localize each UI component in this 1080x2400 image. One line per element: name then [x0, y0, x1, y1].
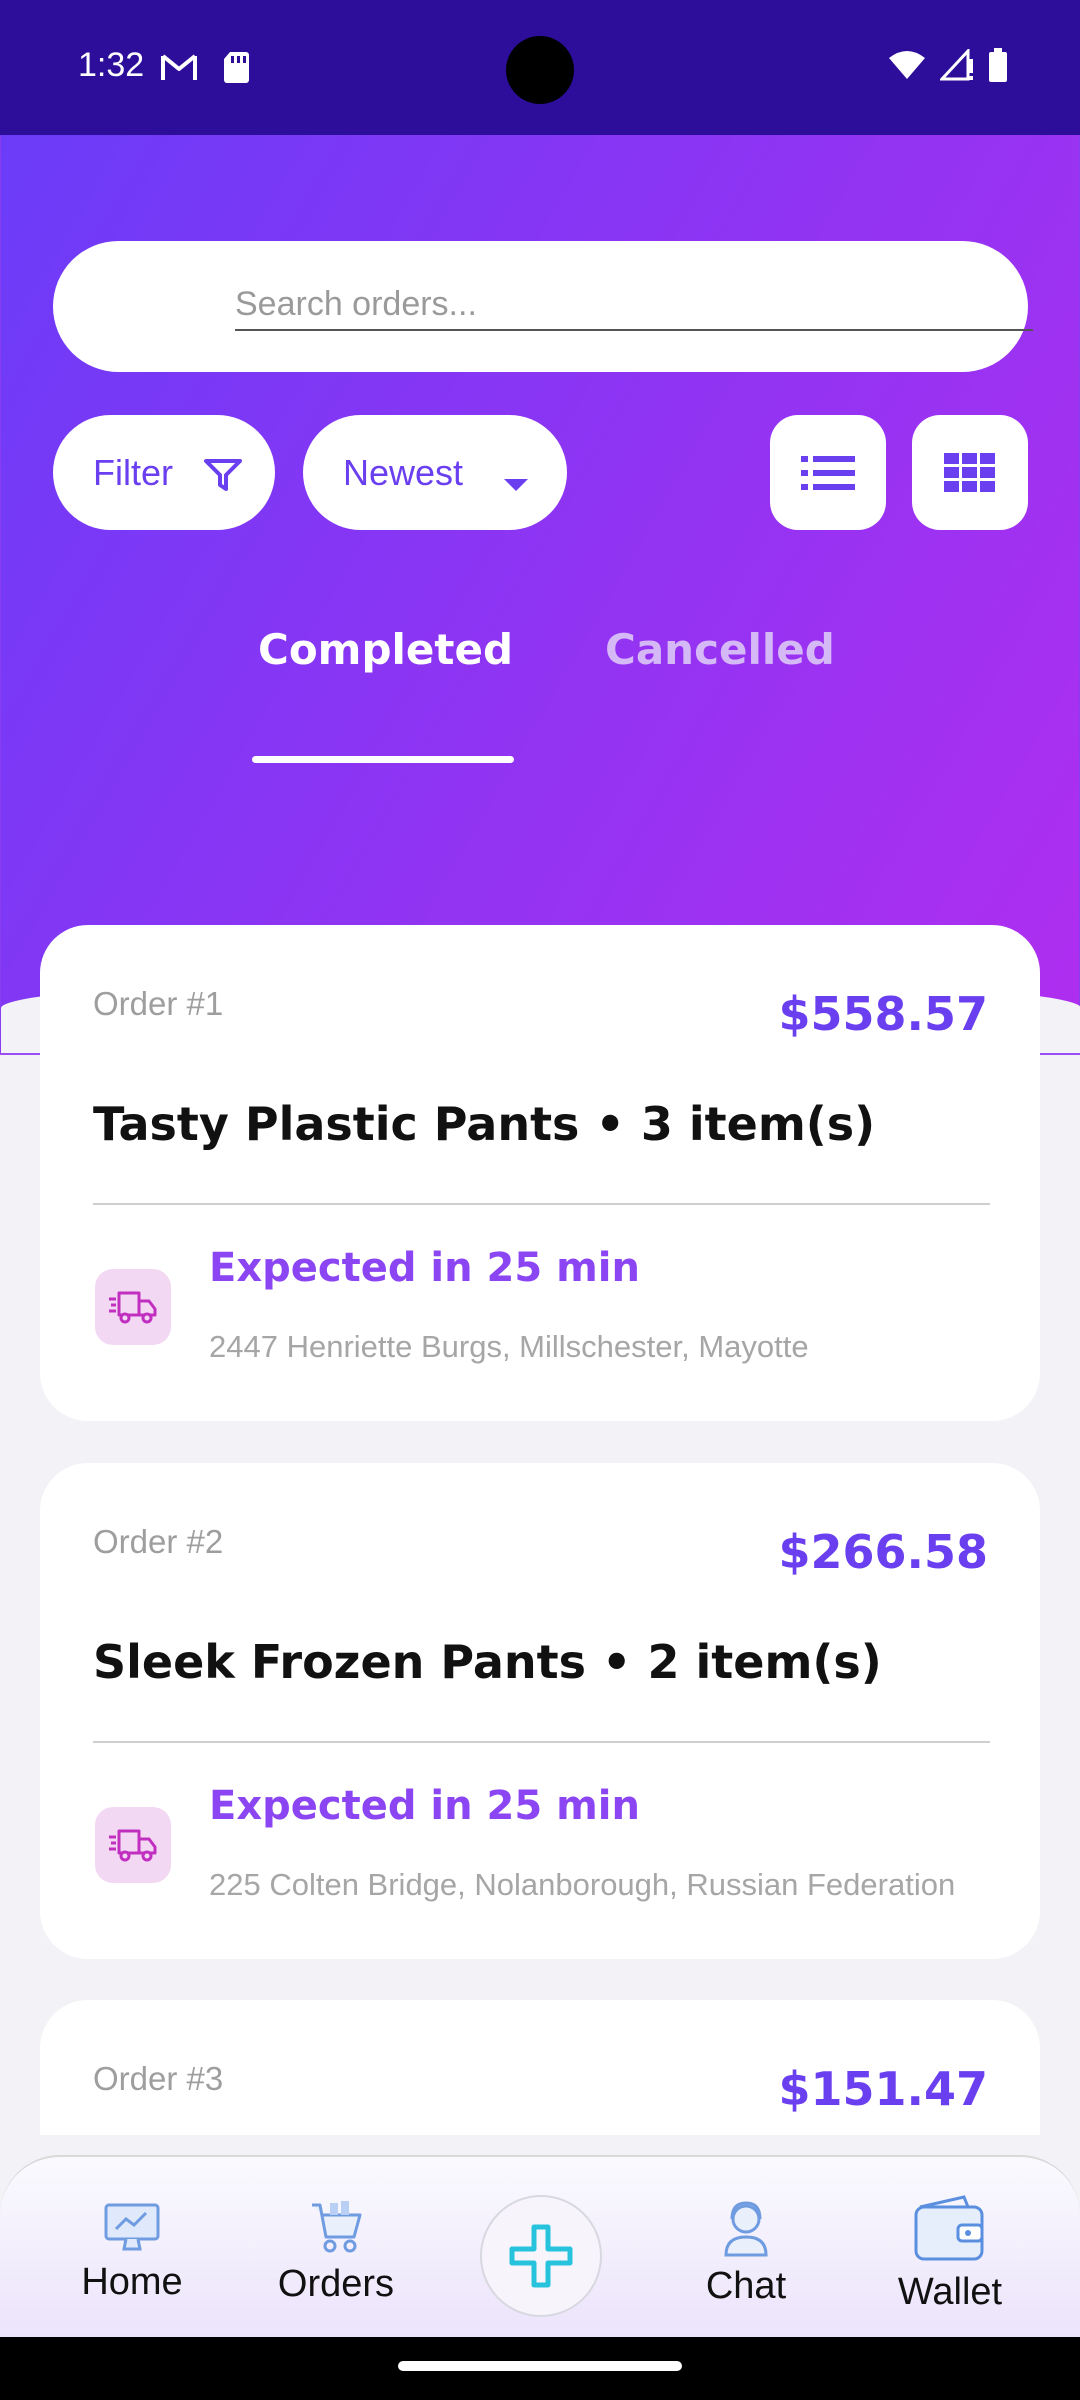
shopping-cart-icon: [312, 2201, 362, 2253]
wifi-icon: [889, 51, 925, 79]
search-input[interactable]: [235, 279, 1033, 331]
order-number: Order #2: [93, 1523, 224, 1560]
tab-cancelled[interactable]: Cancelled: [605, 625, 835, 674]
camera-cutout: [506, 36, 574, 104]
bottom-navigation: Home Orders Chat Wallet: [0, 2155, 1080, 2337]
nav-home-label: Home: [81, 2261, 183, 2303]
filter-funnel-icon: [204, 459, 242, 491]
order-eta: Expected in 25 min: [209, 1245, 640, 1291]
chat-support-agent-icon: [724, 2201, 768, 2257]
filter-label: Filter: [93, 451, 173, 493]
nav-orders-label: Orders: [277, 2263, 395, 2305]
gesture-bar: [0, 2337, 1080, 2400]
orders-list[interactable]: Order #1 $558.57 Tasty Plastic Pants • 3…: [40, 925, 1040, 2135]
order-card[interactable]: Order #1 $558.57 Tasty Plastic Pants • 3…: [40, 925, 1040, 1421]
order-address: 2447 Henriette Burgs, Millschester, Mayo…: [209, 1329, 809, 1364]
nav-wallet-label: Wallet: [897, 2271, 1003, 2313]
signal-icon: [940, 49, 973, 81]
filter-button[interactable]: Filter: [53, 415, 275, 530]
delivery-truck-icon: [95, 1807, 171, 1883]
order-address: 225 Colten Bridge, Nolanborough, Russian…: [209, 1867, 956, 1902]
home-gesture-handle[interactable]: [398, 2361, 682, 2371]
order-title: Tasty Plastic Pants • 3 item(s): [93, 1097, 876, 1151]
wallet-icon: [914, 2195, 984, 2261]
card-divider: [93, 1741, 990, 1743]
nav-chat-label: Chat: [705, 2265, 787, 2307]
nav-orders[interactable]: Orders: [266, 2199, 406, 2306]
battery-icon: [989, 48, 1007, 82]
caret-down-icon: [504, 479, 528, 491]
sd-card-icon: [224, 52, 249, 83]
list-view-button[interactable]: [770, 415, 886, 530]
grid-view-icon: [944, 452, 995, 492]
order-title: Sleek Frozen Pants • 2 item(s): [93, 1635, 882, 1689]
card-divider: [93, 1203, 990, 1205]
gmail-icon: [161, 54, 197, 80]
home-monitor-icon: [104, 2203, 160, 2251]
nav-chat[interactable]: Chat: [676, 2199, 816, 2308]
delivery-truck-icon: [95, 1269, 171, 1345]
order-price: $558.57: [778, 987, 988, 1041]
order-eta: Expected in 25 min: [209, 1783, 640, 1829]
order-number: Order #3: [93, 2060, 224, 2097]
search-bar[interactable]: [53, 241, 1033, 372]
order-price: $266.58: [778, 1525, 988, 1579]
order-number: Order #1: [93, 985, 224, 1022]
active-tab-indicator: [252, 756, 514, 763]
status-bar: 1:32: [0, 0, 1080, 135]
status-icons: [888, 48, 1008, 82]
sort-dropdown[interactable]: Newest: [303, 415, 567, 530]
sort-label: Newest: [343, 451, 464, 493]
grid-view-button[interactable]: [912, 415, 1028, 530]
order-card[interactable]: Order #3 $151.47: [40, 2000, 1040, 2135]
order-card[interactable]: Order #2 $266.58 Sleek Frozen Pants • 2 …: [40, 1463, 1040, 1959]
nav-home[interactable]: Home: [62, 2201, 202, 2304]
plus-icon: [509, 2224, 573, 2288]
list-view-icon: [801, 455, 855, 490]
nav-wallet[interactable]: Wallet: [880, 2193, 1020, 2314]
status-time: 1:32: [78, 46, 145, 84]
order-price: $151.47: [778, 2062, 988, 2116]
tab-completed[interactable]: Completed: [258, 625, 513, 674]
add-button[interactable]: [480, 2195, 602, 2317]
